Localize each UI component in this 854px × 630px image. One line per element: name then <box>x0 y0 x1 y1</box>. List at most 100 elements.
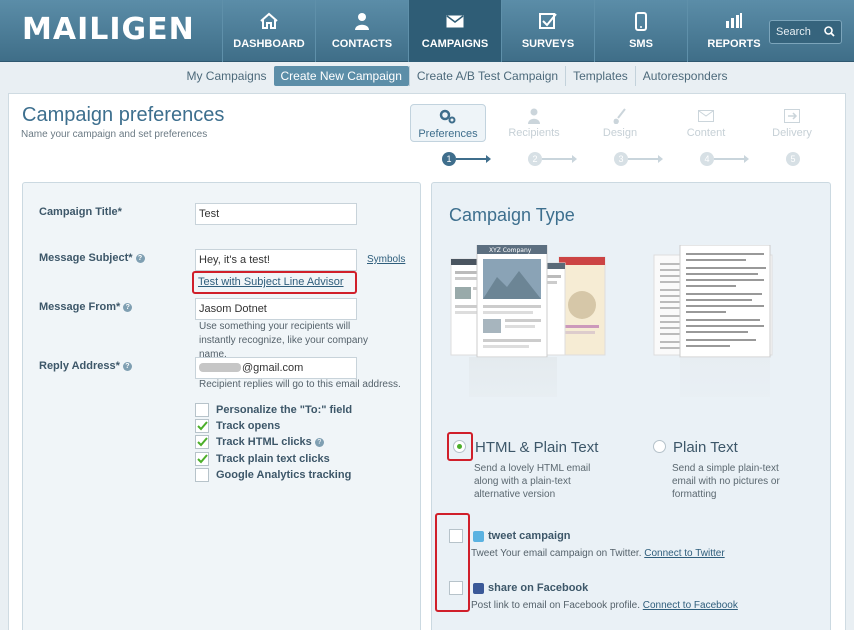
checkbox[interactable] <box>195 403 209 417</box>
wizard-steps: Preferences Recipients Design Content De… <box>410 104 830 174</box>
thumbnail-company-name: XYZ Company <box>489 247 532 254</box>
message-from-label: Message From*? <box>39 301 133 313</box>
campaign-title-label: Campaign Title* <box>39 206 122 218</box>
facebook-checkbox[interactable] <box>449 581 463 595</box>
page-subtitle: Name your campaign and set preferences <box>21 129 208 140</box>
main-nav: DASHBOARD CONTACTS CAMPAIGNS SURVEYS SMS… <box>222 0 780 62</box>
nav-contacts[interactable]: CONTACTS <box>315 0 408 62</box>
step-number: 4 <box>700 152 714 166</box>
option-track-html-clicks[interactable]: Track HTML clicks? <box>195 435 324 449</box>
step-connector <box>542 158 572 160</box>
checkbox-checked[interactable] <box>195 419 209 433</box>
check-icon <box>196 421 208 431</box>
campaign-title-input[interactable]: Test <box>195 203 357 225</box>
nav-reports[interactable]: REPORTS <box>687 0 780 62</box>
phone-icon <box>635 11 647 31</box>
plain-text-title[interactable]: Plain Text <box>673 439 738 456</box>
message-from-hint: Use something your recipients will insta… <box>199 321 368 360</box>
sub-nav: My Campaigns Create New Campaign Create … <box>0 62 854 90</box>
radio-dot <box>457 444 462 449</box>
option-google-analytics[interactable]: Google Analytics tracking <box>195 468 351 482</box>
step-number: 1 <box>442 152 456 166</box>
step-connector <box>628 158 658 160</box>
help-icon[interactable]: ? <box>122 362 132 371</box>
facebook-icon <box>473 582 484 594</box>
subnav-create-ab-test[interactable]: Create A/B Test Campaign <box>408 66 565 86</box>
subnav-templates[interactable]: Templates <box>565 66 635 86</box>
option-track-opens[interactable]: Track opens <box>195 419 280 433</box>
step-number: 2 <box>528 152 542 166</box>
step-number: 5 <box>786 152 800 166</box>
user-icon <box>354 11 370 31</box>
campaign-type-title: Campaign Type <box>449 205 575 225</box>
symbols-link[interactable]: Symbols <box>367 254 405 265</box>
step-arrow <box>658 155 663 163</box>
option-track-plain-clicks[interactable]: Track plain text clicks <box>195 452 330 466</box>
reply-address-label: Reply Address*? <box>39 360 132 372</box>
arrow-box-icon <box>754 107 830 125</box>
subnav-my-campaigns[interactable]: My Campaigns <box>179 66 273 86</box>
step-delivery[interactable]: Delivery <box>754 104 830 142</box>
nav-campaigns[interactable]: CAMPAIGNS <box>408 0 501 62</box>
twitter-checkbox[interactable] <box>449 529 463 543</box>
user-icon <box>496 107 572 125</box>
step-preferences[interactable]: Preferences <box>410 104 486 142</box>
html-plain-text-title[interactable]: HTML & Plain Text <box>475 439 598 456</box>
help-icon[interactable]: ? <box>314 437 324 447</box>
search-icon[interactable] <box>824 26 835 40</box>
step-number: 3 <box>614 152 628 166</box>
help-icon[interactable]: ? <box>135 254 145 263</box>
check-icon <box>196 454 208 464</box>
bar-chart-icon <box>725 11 743 31</box>
checkbox-icon <box>539 11 557 31</box>
top-bar: MAILIGEN DASHBOARD CONTACTS CAMPAIGNS SU… <box>0 0 854 62</box>
nav-surveys[interactable]: SURVEYS <box>501 0 594 62</box>
brush-icon <box>582 107 658 125</box>
plain-text-radio[interactable] <box>653 440 666 453</box>
plain-text-desc: Send a simple plain-text email with no p… <box>672 463 780 500</box>
nav-dashboard[interactable]: DASHBOARD <box>222 0 315 62</box>
html-radio-selected[interactable] <box>453 440 466 453</box>
home-icon <box>259 11 279 31</box>
facebook-desc: Post link to email on Facebook profile. … <box>471 600 738 611</box>
logo[interactable]: MAILIGEN <box>22 12 195 47</box>
check-icon <box>196 437 208 447</box>
envelope-icon <box>668 107 744 125</box>
step-arrow <box>572 155 577 163</box>
reply-address-input[interactable]: @gmail.com <box>195 357 357 379</box>
html-template-thumbnail[interactable]: XYZ Company <box>449 244 607 425</box>
page-title: Campaign preferences <box>22 104 225 126</box>
plain-text-template-thumbnail[interactable] <box>652 244 810 425</box>
message-subject-label: Message Subject*? <box>39 252 145 264</box>
checkbox[interactable] <box>195 468 209 482</box>
step-connector <box>456 158 486 160</box>
twitter-icon <box>473 530 484 542</box>
highlight-box <box>435 513 470 612</box>
checkbox-checked[interactable] <box>195 452 209 466</box>
option-personalize[interactable]: Personalize the "To:" field <box>195 403 352 417</box>
html-plain-text-desc: Send a lovely HTML email along with a pl… <box>474 463 591 500</box>
connect-facebook-link[interactable]: Connect to Facebook <box>643 600 738 611</box>
twitter-desc: Tweet Your email campaign on Twitter. Co… <box>471 548 725 559</box>
message-from-input[interactable]: Jasom Dotnet <box>195 298 357 320</box>
reply-address-hint: Recipient replies will go to this email … <box>199 379 401 390</box>
message-subject-input[interactable]: Hey, it's a test! <box>195 249 357 271</box>
subject-advisor-link[interactable]: Test with Subject Line Advisor <box>198 276 344 288</box>
step-recipients[interactable]: Recipients <box>496 104 572 142</box>
step-arrow <box>744 155 749 163</box>
gears-icon <box>411 108 485 126</box>
connect-twitter-link[interactable]: Connect to Twitter <box>644 548 724 559</box>
tweet-campaign-label[interactable]: tweet campaign <box>473 530 571 542</box>
step-content[interactable]: Content <box>668 104 744 142</box>
blurred-text <box>199 363 241 372</box>
share-facebook-label[interactable]: share on Facebook <box>473 582 588 594</box>
search-input[interactable]: Search <box>769 20 842 44</box>
checkbox-checked[interactable] <box>195 435 209 449</box>
help-icon[interactable]: ? <box>123 303 133 312</box>
nav-sms[interactable]: SMS <box>594 0 687 62</box>
step-arrow <box>486 155 491 163</box>
step-design[interactable]: Design <box>582 104 658 142</box>
subnav-create-new-campaign[interactable]: Create New Campaign <box>273 66 409 86</box>
subnav-autoresponders[interactable]: Autoresponders <box>634 66 735 86</box>
envelope-icon <box>446 11 464 31</box>
